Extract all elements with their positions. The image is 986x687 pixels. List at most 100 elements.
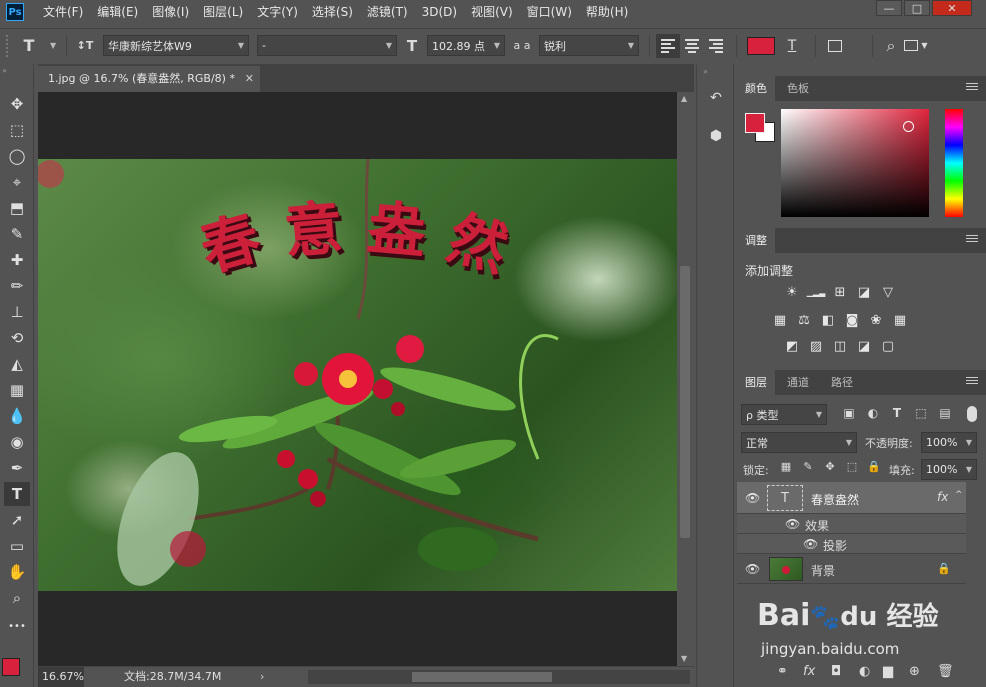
workspace-icon[interactable]: ▼ xyxy=(903,40,929,51)
fill-field[interactable]: 100% ▼ xyxy=(921,459,977,480)
lock-pixels-icon[interactable]: ✎ xyxy=(801,460,815,473)
filter-adjust-icon[interactable]: ◐ xyxy=(865,406,881,420)
menu-window[interactable]: 窗口(W) xyxy=(520,0,579,24)
visibility-eye-icon[interactable]: 👁 xyxy=(785,517,800,531)
type-tool-icon[interactable]: T xyxy=(16,36,42,55)
blur-tool-icon[interactable]: 💧 xyxy=(4,404,30,428)
close-button[interactable]: ✕ xyxy=(932,0,972,16)
eraser-tool-icon[interactable]: ◭ xyxy=(4,352,30,376)
invert-icon[interactable]: ◩ xyxy=(783,338,801,354)
dodge-tool-icon[interactable]: ◉ xyxy=(4,430,30,454)
layer-name[interactable]: 春意盎然 xyxy=(811,491,859,508)
maximize-button[interactable]: □ xyxy=(904,0,930,16)
menu-view[interactable]: 视图(V) xyxy=(464,0,520,24)
delete-layer-icon[interactable]: 🗑 xyxy=(937,664,954,679)
filter-toggle[interactable] xyxy=(967,406,977,422)
black-white-icon[interactable]: ◧ xyxy=(819,312,837,328)
threshold-icon[interactable]: ◫ xyxy=(831,338,849,354)
filter-pixel-icon[interactable]: ▣ xyxy=(841,406,857,420)
new-group-icon[interactable]: ▆ xyxy=(883,664,893,679)
menu-layer[interactable]: 图层(L) xyxy=(196,0,250,24)
filter-smart-icon[interactable]: ▤ xyxy=(937,406,953,420)
panel-menu-icon[interactable] xyxy=(966,83,978,92)
photo-filter-icon[interactable]: ◙ xyxy=(843,312,861,328)
layer-filter-select[interactable]: ρ 类型 ▼ xyxy=(741,404,827,425)
hue-slider[interactable] xyxy=(945,109,963,217)
eyedropper-tool-icon[interactable]: ✎ xyxy=(4,222,30,246)
panel-menu-icon[interactable] xyxy=(966,377,978,386)
hue-saturation-icon[interactable]: ▦ xyxy=(771,312,789,328)
menu-file[interactable]: 文件(F) xyxy=(36,0,90,24)
menu-select[interactable]: 选择(S) xyxy=(305,0,360,24)
visibility-eye-icon[interactable]: 👁 xyxy=(745,491,760,505)
clone-stamp-tool-icon[interactable]: ⊥ xyxy=(4,300,30,324)
move-tool-icon[interactable]: ✥ xyxy=(4,92,30,116)
blend-mode-select[interactable]: 正常 ▼ xyxy=(741,432,857,453)
link-layers-icon[interactable]: ⚭ xyxy=(777,664,788,679)
panel-menu-icon[interactable] xyxy=(966,235,978,244)
tab-color[interactable]: 颜色 xyxy=(737,76,775,101)
lock-artboard-icon[interactable]: ⬚ xyxy=(845,460,859,473)
text-orientation-icon[interactable]: ↕T xyxy=(73,39,97,52)
pen-tool-icon[interactable]: ✒ xyxy=(4,456,30,480)
hand-tool-icon[interactable]: ✋ xyxy=(4,560,30,584)
history-panel-icon[interactable]: ↶ xyxy=(703,86,729,110)
document-canvas[interactable]: 春 意 盎 然 xyxy=(38,159,677,591)
scrollbar-thumb[interactable] xyxy=(412,672,552,682)
tab-swatches[interactable]: 色板 xyxy=(779,76,817,101)
posterize-icon[interactable]: ▨ xyxy=(807,338,825,354)
layer-effects-row[interactable]: 👁 效果 xyxy=(737,514,966,534)
color-picker-cursor[interactable] xyxy=(903,121,914,132)
font-style-select[interactable]: - ▼ xyxy=(257,35,397,56)
character-panel-icon[interactable] xyxy=(822,39,848,52)
menu-edit[interactable]: 编辑(E) xyxy=(90,0,145,24)
type-tool-icon[interactable]: T xyxy=(4,482,30,506)
close-icon[interactable]: ✕ xyxy=(245,66,254,92)
opacity-field[interactable]: 100% ▼ xyxy=(921,432,977,453)
tool-preset-dropdown[interactable]: ▼ xyxy=(42,35,60,56)
filter-type-icon[interactable]: T xyxy=(889,406,905,420)
text-color-swatch[interactable] xyxy=(747,36,775,55)
collapse-icon[interactable]: » xyxy=(2,66,7,75)
more-tools-icon[interactable]: ••• xyxy=(4,614,30,638)
marquee-tool-icon[interactable]: ⬚ xyxy=(4,118,30,142)
lock-position-icon[interactable]: ✥ xyxy=(823,460,837,473)
brush-tool-icon[interactable]: ✏ xyxy=(4,274,30,298)
layer-effect-shadow-row[interactable]: 👁 投影 xyxy=(737,534,966,554)
visibility-eye-icon[interactable]: 👁 xyxy=(803,537,818,551)
minimize-button[interactable]: — xyxy=(876,0,902,16)
tab-channels[interactable]: 通道 xyxy=(779,370,817,395)
healing-brush-tool-icon[interactable]: ✚ xyxy=(4,248,30,272)
layer-row-text[interactable]: 👁 T 春意盎然 fx ^ xyxy=(737,482,966,514)
document-tab[interactable]: 1.jpg @ 16.7% (春意盎然, RGB/8) * ✕ xyxy=(38,66,260,92)
tab-paths[interactable]: 路径 xyxy=(823,370,861,395)
crop-tool-icon[interactable]: ⬒ xyxy=(4,196,30,220)
foreground-color-swatch[interactable] xyxy=(2,658,20,676)
canvas-workspace[interactable]: 春 意 盎 然 xyxy=(38,92,677,666)
vertical-scrollbar[interactable]: ▲ ▼ xyxy=(677,92,694,666)
add-mask-icon[interactable]: ◘ xyxy=(831,664,841,679)
menu-help[interactable]: 帮助(H) xyxy=(579,0,635,24)
color-balance-icon[interactable]: ⚖ xyxy=(795,312,813,328)
foreground-swatch[interactable] xyxy=(745,113,765,133)
chevron-up-icon[interactable]: ^ xyxy=(955,490,963,500)
menu-3d[interactable]: 3D(D) xyxy=(415,0,464,24)
color-lookup-icon[interactable]: ▦ xyxy=(891,312,909,328)
fx-icon[interactable]: fx xyxy=(937,490,948,504)
zoom-tool-icon[interactable]: ⌕ xyxy=(4,586,30,610)
anti-alias-select[interactable]: 锐利 ▼ xyxy=(539,35,639,56)
selective-color-icon[interactable]: ▢ xyxy=(879,338,897,354)
layer-row-background[interactable]: 👁 背景 🔒 xyxy=(737,554,966,584)
gradient-tool-icon[interactable]: ▦ xyxy=(4,378,30,402)
align-center-icon[interactable] xyxy=(680,34,704,58)
tab-layers[interactable]: 图层 xyxy=(737,370,775,395)
add-style-icon[interactable]: fx xyxy=(803,664,815,679)
layer-name[interactable]: 背景 xyxy=(811,562,835,579)
tab-adjustments[interactable]: 调整 xyxy=(737,228,775,253)
menu-type[interactable]: 文字(Y) xyxy=(250,0,305,24)
align-left-icon[interactable] xyxy=(656,33,680,58)
horizontal-scrollbar[interactable] xyxy=(308,670,690,684)
3d-panel-icon[interactable]: ⬢ xyxy=(703,124,729,148)
menu-image[interactable]: 图像(I) xyxy=(145,0,196,24)
new-layer-icon[interactable]: ⊕ xyxy=(909,664,920,679)
